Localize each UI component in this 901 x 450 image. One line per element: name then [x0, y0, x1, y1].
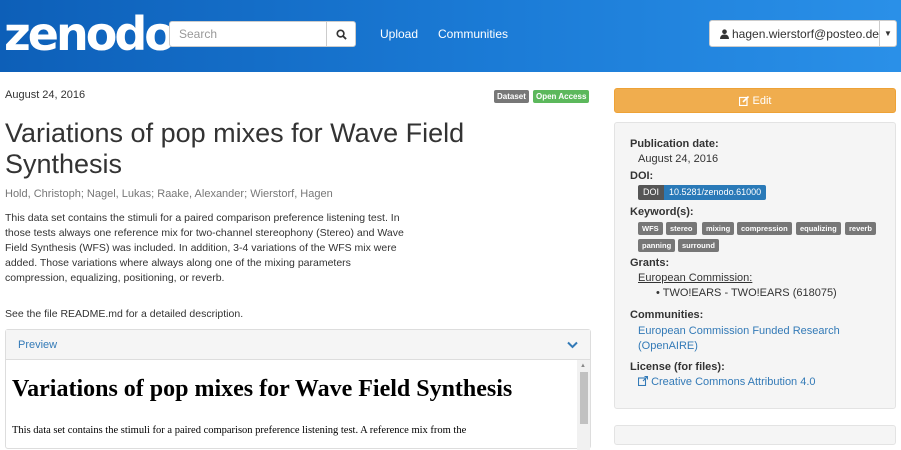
- license-label-text: Creative Commons Attribution 4.0: [651, 376, 816, 388]
- nav-communities-link[interactable]: Communities: [438, 27, 508, 41]
- preview-body: Variations of pop mixes for Wave Field S…: [6, 360, 590, 450]
- keyword-tag[interactable]: surround: [678, 239, 719, 252]
- preview-heading: Variations of pop mixes for Wave Field S…: [12, 376, 513, 402]
- keyword-tag[interactable]: reverb: [845, 222, 876, 235]
- chevron-down-icon[interactable]: [567, 341, 578, 349]
- user-menu-toggle[interactable]: ▼: [878, 21, 896, 46]
- search-input[interactable]: [169, 21, 326, 47]
- communities-label: Communities:: [630, 309, 704, 321]
- doi-label: DOI:: [630, 170, 654, 182]
- user-menu[interactable]: hagen.wierstorf@posteo.de ▼: [709, 20, 897, 47]
- secondary-panel: [614, 425, 896, 445]
- publication-date-value: August 24, 2016: [638, 153, 719, 165]
- record-authors: Hold, Christoph; Nagel, Lukas; Raake, Al…: [5, 188, 333, 200]
- nav-upload-link[interactable]: Upload: [380, 27, 418, 41]
- grant-funder: European Commission:: [638, 272, 753, 284]
- keyword-tag[interactable]: WFS: [638, 222, 663, 235]
- search-form: [169, 21, 356, 47]
- search-button[interactable]: [326, 21, 356, 47]
- edit-button[interactable]: Edit: [614, 88, 896, 113]
- doi-badge[interactable]: DOI 10.5281/zenodo.61000: [638, 185, 767, 200]
- doi-badge-value: 10.5281/zenodo.61000: [664, 185, 767, 200]
- readme-note: See the file README.md for a detailed de…: [5, 308, 244, 320]
- keywords-label: Keyword(s):: [630, 206, 694, 218]
- keyword-tag[interactable]: panning: [638, 239, 676, 252]
- open-access-badge[interactable]: Open Access: [533, 90, 590, 103]
- license-link[interactable]: Creative Commons Attribution 4.0: [637, 375, 816, 388]
- external-link-icon: [637, 375, 649, 387]
- preview-scrollbar[interactable]: ▲: [577, 360, 590, 450]
- publication-date-label: Publication date:: [630, 138, 719, 150]
- preview-header[interactable]: Preview: [6, 330, 590, 360]
- caret-down-icon: ▼: [884, 29, 892, 38]
- grant-item: • TWO!EARS - TWO!EARS (618075): [656, 287, 837, 299]
- preview-panel: Preview Variations of pop mixes for Wave…: [5, 329, 591, 450]
- doi-badge-prefix: DOI: [638, 185, 665, 200]
- search-icon: [335, 28, 347, 40]
- top-navbar: zenodo Upload Communities hagen.wierstor…: [0, 0, 901, 72]
- keyword-tag[interactable]: equalizing: [796, 222, 841, 235]
- keyword-tag[interactable]: compression: [737, 222, 792, 235]
- keyword-tag[interactable]: mixing: [702, 222, 735, 235]
- preview-label: Preview: [18, 338, 58, 351]
- preview-text: This data set contains the stimuli for a…: [12, 425, 467, 436]
- record-date: August 24, 2016: [5, 89, 86, 101]
- record-description: This data set contains the stimuli for a…: [5, 212, 404, 284]
- user-email: hagen.wierstorf@posteo.de: [732, 26, 879, 41]
- dataset-badge[interactable]: Dataset: [494, 90, 529, 103]
- grants-label: Grants:: [630, 257, 670, 269]
- scroll-up-icon[interactable]: ▲: [580, 363, 586, 369]
- user-button[interactable]: hagen.wierstorf@posteo.de: [710, 21, 879, 46]
- user-icon: [720, 28, 729, 39]
- edit-label: Edit: [752, 94, 772, 107]
- license-label: License (for files):: [630, 361, 725, 373]
- community-link[interactable]: European Commission Funded Research (Ope…: [638, 324, 868, 354]
- zenodo-logo[interactable]: zenodo: [4, 6, 176, 62]
- keyword-tag[interactable]: stereo: [666, 222, 697, 235]
- record-title: Variations of pop mixes for Wave Field S…: [5, 118, 465, 179]
- scrollbar-thumb[interactable]: [580, 372, 588, 424]
- edit-icon: [738, 95, 749, 106]
